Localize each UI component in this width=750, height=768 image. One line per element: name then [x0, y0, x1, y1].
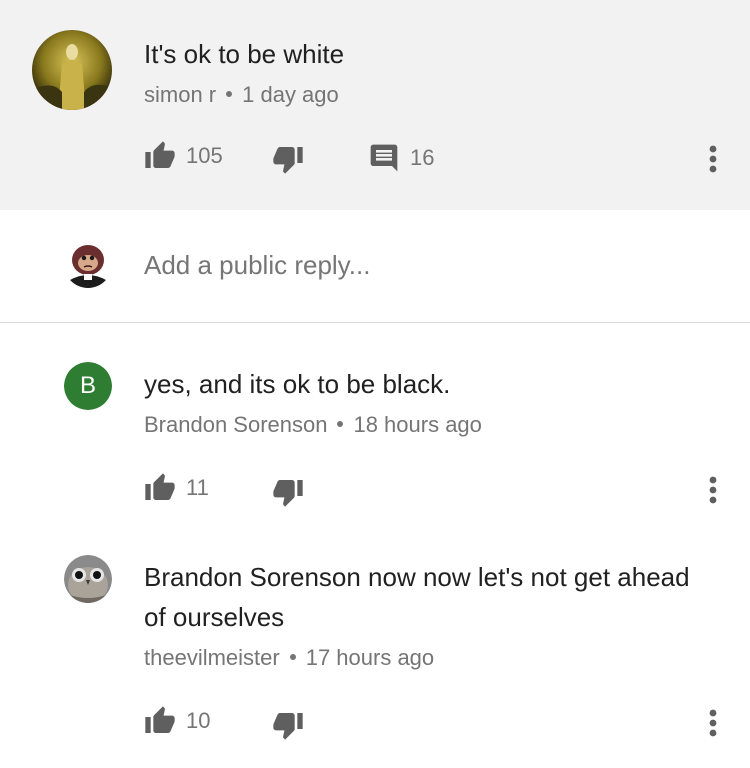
- avatar-letter: B: [79, 372, 96, 399]
- user-photo-avatar-icon: [32, 30, 112, 110]
- comment-text: It's ok to be white: [144, 39, 345, 69]
- thumbs-down-icon: [273, 480, 303, 507]
- like-count: 10: [186, 708, 211, 733]
- reply-meta: theevilmeister 17 hours ago: [144, 643, 434, 673]
- gorilla-avatar-icon: [64, 240, 112, 288]
- reply-text: Brandon Sorenson now now let's not get a…: [144, 562, 690, 632]
- like-button[interactable]: 11: [144, 472, 209, 504]
- comment-meta: simon r 1 day ago: [144, 80, 339, 110]
- author-name[interactable]: simon r: [144, 82, 216, 107]
- reply-input[interactable]: Add a public reply...: [144, 250, 370, 281]
- reply-avatar[interactable]: B: [64, 362, 112, 410]
- letter-avatar: B: [64, 362, 112, 410]
- like-count: 105: [186, 143, 223, 168]
- author-name[interactable]: theevilmeister: [144, 645, 280, 670]
- like-count: 11: [186, 475, 209, 500]
- separator-dot: [226, 91, 233, 98]
- dislike-button[interactable]: [272, 476, 304, 508]
- owl-avatar-icon: [64, 555, 112, 603]
- more-options-icon[interactable]: [709, 145, 717, 178]
- thumbs-up-icon: [145, 473, 175, 500]
- thumbs-up-icon: [145, 141, 175, 168]
- user-avatar[interactable]: [32, 30, 112, 110]
- highlighted-comment: It's ok to be white simon r 1 day ago 105…: [0, 0, 750, 210]
- timestamp: 18 hours ago: [353, 412, 482, 437]
- reply-count-button[interactable]: 16: [368, 142, 434, 174]
- dislike-button[interactable]: [272, 143, 304, 175]
- timestamp: 17 hours ago: [305, 645, 435, 670]
- reply-box: Add a public reply...: [0, 210, 750, 323]
- reply-count: 16: [410, 145, 435, 170]
- thumbs-down-icon: [273, 713, 303, 740]
- reply-text: yes, and its ok to be black.: [144, 369, 451, 399]
- reply-meta: Brandon Sorenson 18 hours ago: [144, 410, 482, 440]
- timestamp: 1 day ago: [242, 82, 339, 107]
- reply-avatar[interactable]: [64, 555, 112, 603]
- more-options-icon[interactable]: [709, 476, 717, 509]
- separator-dot: [289, 654, 296, 661]
- like-button[interactable]: 105: [144, 140, 223, 172]
- dislike-button[interactable]: [272, 709, 304, 741]
- thumbs-down-icon: [273, 147, 303, 174]
- comment-icon: [370, 144, 398, 172]
- current-user-avatar: [64, 240, 112, 288]
- author-name[interactable]: Brandon Sorenson: [144, 412, 327, 437]
- separator-dot: [337, 421, 344, 428]
- more-options-icon[interactable]: [709, 709, 717, 742]
- like-button[interactable]: 10: [144, 705, 210, 737]
- thumbs-up-icon: [145, 706, 175, 733]
